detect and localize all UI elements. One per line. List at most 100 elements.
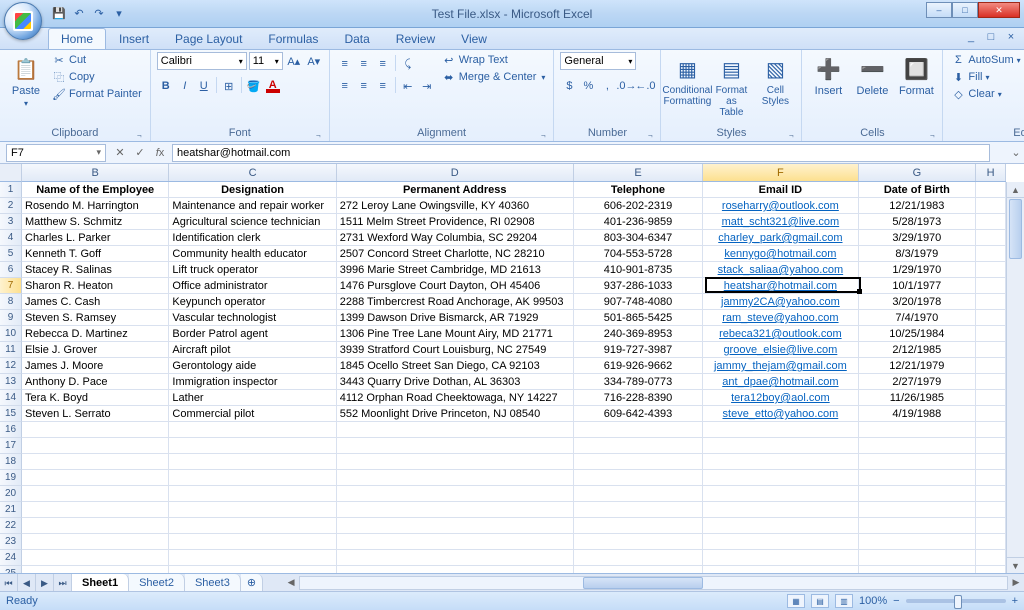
cell[interactable] — [703, 486, 858, 501]
row-header-1[interactable]: 1 — [0, 182, 22, 198]
horizontal-scrollbar[interactable]: ◀ ▶ — [283, 574, 1024, 591]
cell[interactable]: 3939 Stratford Court Louisburg, NC 27549 — [337, 342, 574, 357]
cell[interactable] — [22, 502, 169, 517]
cell[interactable]: Gerontology aide — [169, 358, 336, 373]
cell[interactable]: Lather — [169, 390, 336, 405]
cut-button[interactable]: ✂Cut — [50, 52, 144, 68]
cell[interactable]: ant_dpae@hotmail.com — [703, 374, 858, 389]
cell[interactable]: 1476 Pursglove Court Dayton, OH 45406 — [337, 278, 574, 293]
cell[interactable] — [169, 518, 336, 533]
cell[interactable] — [976, 566, 1006, 574]
align-left-button[interactable]: ≡ — [336, 77, 354, 95]
cell[interactable]: ram_steve@yahoo.com — [703, 310, 858, 325]
cell[interactable]: 10/1/1977 — [859, 278, 977, 293]
cell[interactable] — [976, 230, 1006, 245]
row-header-17[interactable]: 17 — [0, 438, 22, 454]
cell[interactable] — [574, 438, 703, 453]
cell[interactable] — [337, 486, 574, 501]
cell[interactable] — [169, 486, 336, 501]
cells-area[interactable]: Name of the EmployeeDesignationPermanent… — [22, 182, 1006, 573]
column-header-C[interactable]: C — [169, 164, 336, 181]
scroll-down-icon[interactable]: ▼ — [1007, 557, 1024, 573]
cell[interactable] — [169, 566, 336, 574]
cell[interactable] — [703, 518, 858, 533]
row-header-5[interactable]: 5 — [0, 246, 22, 262]
header-cell[interactable] — [976, 182, 1006, 197]
tab-formulas[interactable]: Formulas — [255, 28, 331, 49]
font-name-select[interactable]: Calibri▾ — [157, 52, 247, 70]
cell[interactable] — [22, 470, 169, 485]
align-middle-button[interactable]: ≡ — [355, 55, 373, 73]
scroll-up-icon[interactable]: ▲ — [1007, 182, 1024, 198]
cell[interactable]: 2731 Wexford Way Columbia, SC 29204 — [337, 230, 574, 245]
align-center-button[interactable]: ≡ — [355, 77, 373, 95]
cancel-formula-icon[interactable]: ✕ — [112, 145, 128, 161]
format-cells-button[interactable]: 🔲Format — [896, 52, 936, 100]
cell[interactable]: 609-642-4393 — [574, 406, 703, 421]
cell[interactable] — [169, 502, 336, 517]
shrink-font-button[interactable]: A▾ — [305, 52, 323, 70]
cell[interactable] — [976, 326, 1006, 341]
merge-center-button[interactable]: ⬌Merge & Center▾ — [440, 69, 548, 85]
align-right-button[interactable]: ≡ — [374, 77, 392, 95]
italic-button[interactable]: I — [176, 77, 194, 95]
cell[interactable]: 552 Moonlight Drive Princeton, NJ 08540 — [337, 406, 574, 421]
cell[interactable]: 3443 Quarry Drive Dothan, AL 36303 — [337, 374, 574, 389]
cell[interactable]: 919-727-3987 — [574, 342, 703, 357]
format-as-table-button[interactable]: ▤Format as Table — [711, 52, 751, 121]
new-sheet-button[interactable]: ⊕ — [241, 574, 263, 591]
cell[interactable]: 2/27/1979 — [859, 374, 977, 389]
cell[interactable] — [976, 518, 1006, 533]
cell[interactable]: kennygo@hotmail.com — [703, 246, 858, 261]
border-button[interactable]: ⊞ — [220, 77, 238, 95]
cell[interactable]: 410-901-8735 — [574, 262, 703, 277]
cell[interactable] — [976, 534, 1006, 549]
cell[interactable] — [976, 198, 1006, 213]
cell[interactable]: Lift truck operator — [169, 262, 336, 277]
cell[interactable]: 240-369-8953 — [574, 326, 703, 341]
maximize-button[interactable]: □ — [952, 2, 978, 18]
cell[interactable]: jammy2CA@yahoo.com — [703, 294, 858, 309]
cell[interactable] — [337, 422, 574, 437]
cell[interactable]: Identification clerk — [169, 230, 336, 245]
sheet-nav-first[interactable]: ⏮ — [0, 574, 18, 591]
cell[interactable]: Steven S. Ramsey — [22, 310, 169, 325]
cell[interactable] — [574, 566, 703, 574]
cell[interactable] — [859, 518, 977, 533]
row-header-4[interactable]: 4 — [0, 230, 22, 246]
cell[interactable]: 501-865-5425 — [574, 310, 703, 325]
insert-cells-button[interactable]: ➕Insert — [808, 52, 848, 100]
tab-page-layout[interactable]: Page Layout — [162, 28, 255, 49]
row-header-19[interactable]: 19 — [0, 470, 22, 486]
percent-button[interactable]: % — [579, 77, 597, 95]
header-cell[interactable]: Permanent Address — [337, 182, 574, 197]
ribbon-restore-icon[interactable]: □ — [984, 30, 998, 44]
sheet-tab-sheet1[interactable]: Sheet1 — [72, 574, 129, 591]
column-header-H[interactable]: H — [976, 164, 1006, 181]
cell[interactable] — [976, 310, 1006, 325]
cell[interactable]: Sharon R. Heaton — [22, 278, 169, 293]
column-header-D[interactable]: D — [337, 164, 574, 181]
cell[interactable] — [859, 470, 977, 485]
cell[interactable]: 619-926-9662 — [574, 358, 703, 373]
cell[interactable]: Aircraft pilot — [169, 342, 336, 357]
row-header-7[interactable]: 7 — [0, 278, 22, 294]
cell[interactable] — [976, 550, 1006, 565]
cell[interactable] — [859, 438, 977, 453]
font-color-button[interactable]: A — [264, 77, 282, 95]
cell[interactable]: Charles L. Parker — [22, 230, 169, 245]
row-header-6[interactable]: 6 — [0, 262, 22, 278]
cell[interactable] — [22, 534, 169, 549]
cell[interactable]: James J. Moore — [22, 358, 169, 373]
fx-icon[interactable]: fx — [152, 145, 168, 161]
header-cell[interactable]: Email ID — [703, 182, 858, 197]
cell[interactable]: 3/20/1978 — [859, 294, 977, 309]
cell[interactable]: 272 Leroy Lane Owingsville, KY 40360 — [337, 198, 574, 213]
cell[interactable]: tera12boy@aol.com — [703, 390, 858, 405]
zoom-out-button[interactable]: − — [893, 595, 899, 607]
cell-styles-button[interactable]: ▧Cell Styles — [755, 52, 795, 110]
cell[interactable]: Steven L. Serrato — [22, 406, 169, 421]
currency-button[interactable]: $ — [560, 77, 578, 95]
underline-button[interactable]: U — [195, 77, 213, 95]
cell[interactable] — [976, 422, 1006, 437]
